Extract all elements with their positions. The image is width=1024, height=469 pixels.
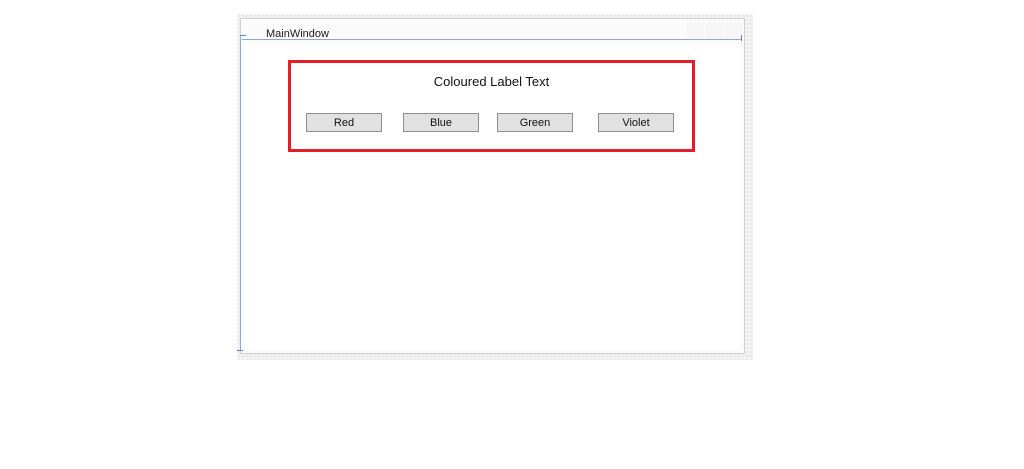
guide-tick-top-left — [240, 35, 246, 36]
maximize-button[interactable] — [706, 23, 723, 39]
close-button[interactable] — [725, 23, 742, 39]
minimize-button[interactable] — [687, 23, 704, 39]
layout-guide-vertical — [240, 37, 241, 351]
blue-button[interactable]: Blue — [403, 113, 479, 132]
violet-button[interactable]: Violet — [598, 113, 674, 132]
green-button[interactable]: Green — [497, 113, 573, 132]
red-button[interactable]: Red — [306, 113, 382, 132]
caption-buttons — [687, 23, 742, 39]
guide-tick-bottom-left — [237, 350, 243, 351]
highlight-box: Coloured Label Text Red Blue Green Viole… — [288, 60, 695, 152]
coloured-label: Coloured Label Text — [433, 74, 550, 89]
guide-tick-top-right — [741, 35, 742, 41]
layout-guide-horizontal — [242, 39, 742, 40]
